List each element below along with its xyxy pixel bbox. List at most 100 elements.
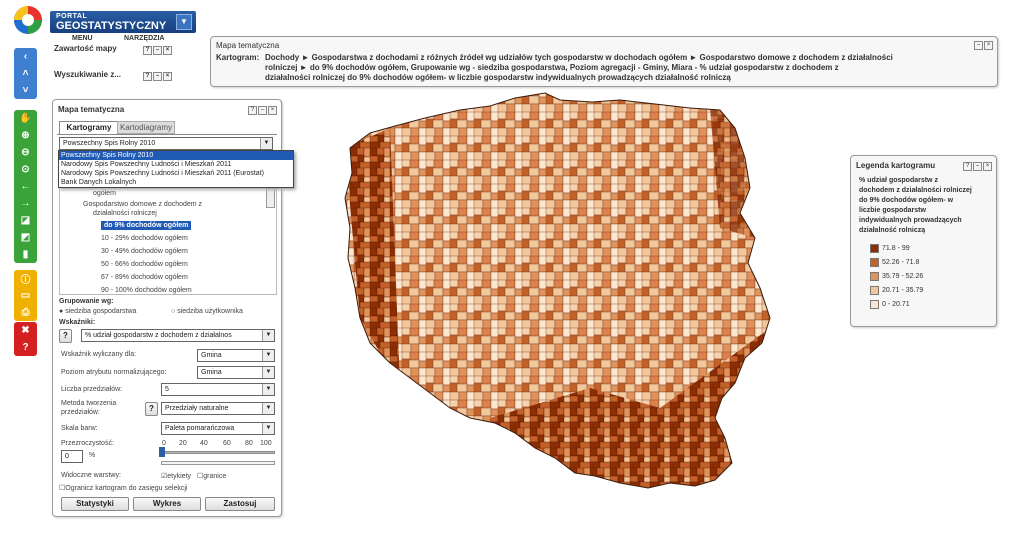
intervals-label: Liczba przedziałów: bbox=[61, 386, 123, 393]
close-icon[interactable]: × bbox=[984, 41, 993, 50]
collapse-left-icon[interactable]: ‹ bbox=[14, 48, 37, 65]
close-icon[interactable]: × bbox=[268, 106, 277, 115]
legend-class: 52.26 - 71.8 bbox=[870, 258, 919, 267]
apply-button[interactable]: Zastosuj bbox=[205, 497, 275, 511]
tree-item[interactable]: 67 - 89% dochodów ogółem bbox=[101, 274, 188, 281]
portal-logo-icon bbox=[14, 6, 42, 34]
help-icon[interactable]: ? bbox=[143, 72, 152, 81]
minimize-icon[interactable]: – bbox=[258, 106, 267, 115]
source-option[interactable]: Narodowy Spis Powszechny Ludności i Mies… bbox=[59, 169, 293, 178]
source-select-value: Powszechny Spis Rolny 2010 bbox=[63, 140, 156, 147]
info-icon[interactable]: ⓘ bbox=[14, 270, 37, 287]
tree-item[interactable]: Gospodarstwo domowe z dochodem z bbox=[83, 201, 202, 208]
help-icon[interactable]: ? bbox=[14, 339, 37, 356]
grouping-option-label: siedziba użytkownika bbox=[177, 308, 243, 315]
chevron-down-icon[interactable]: ▼ bbox=[262, 423, 274, 434]
minimize-icon[interactable]: – bbox=[153, 72, 162, 81]
minimize-icon[interactable]: – bbox=[973, 162, 982, 171]
tools-icon[interactable]: ✖ bbox=[14, 322, 37, 339]
source-option[interactable]: Bank Danych Lokalnych bbox=[59, 178, 293, 187]
calc-for-select[interactable]: Gmina ▼ bbox=[197, 349, 275, 362]
chevron-down-icon[interactable]: ▼ bbox=[260, 138, 272, 149]
grouping-radio-farm[interactable]: ● siedziba gospodarstwa bbox=[59, 308, 136, 315]
chevron-down-icon[interactable]: ▼ bbox=[262, 350, 274, 361]
legend-range: 20.71 - 35.79 bbox=[882, 287, 924, 294]
indicator-help-button[interactable]: ? bbox=[59, 329, 72, 343]
tools-link[interactable]: NARZĘDZIA bbox=[124, 35, 164, 42]
close-icon[interactable]: × bbox=[163, 46, 172, 55]
limit-checkbox[interactable]: ☐Ogranicz kartogram do zasięgu selekcji bbox=[59, 484, 187, 492]
tree-item[interactable]: ogółem bbox=[93, 190, 116, 197]
choropleth-map[interactable] bbox=[330, 88, 780, 508]
map-title-heading: Mapa tematyczna bbox=[216, 41, 280, 50]
labels-checkbox-label: etykiety bbox=[167, 473, 192, 480]
indicator-select[interactable]: % udział gospodarstw z dochodem z działa… bbox=[81, 329, 275, 342]
slider-handle[interactable] bbox=[159, 447, 165, 457]
minimize-icon[interactable]: – bbox=[974, 41, 983, 50]
chart-button[interactable]: Wykres bbox=[133, 497, 201, 511]
source-select[interactable]: Powszechny Spis Rolny 2010 ▼ bbox=[59, 137, 273, 150]
slider-tick: 20 bbox=[179, 440, 187, 447]
pan-hand-icon[interactable]: ✋ bbox=[14, 110, 37, 127]
search-panel[interactable]: Wyszukiwanie z... ? – × bbox=[54, 70, 172, 86]
tree-item[interactable]: 30 - 49% dochodów ogółem bbox=[101, 248, 188, 255]
portal-logo[interactable]: PORTAL GEOSTATYSTYCZNY ▼ bbox=[4, 4, 196, 36]
chevron-down-icon[interactable]: ˅ bbox=[14, 82, 37, 99]
tree-item[interactable]: 90 - 100% dochodów ogółem bbox=[101, 287, 192, 294]
grouping-radio-user[interactable]: ○ siedziba użytkownika bbox=[171, 308, 243, 315]
minimize-icon[interactable]: – bbox=[153, 46, 162, 55]
close-icon[interactable]: × bbox=[983, 162, 992, 171]
chevron-down-icon[interactable]: ▼ bbox=[262, 384, 274, 395]
chevron-down-icon[interactable]: ▼ bbox=[262, 403, 274, 414]
forward-arrow-icon[interactable]: → bbox=[14, 195, 37, 212]
transparency-slider[interactable] bbox=[161, 451, 275, 454]
tree-item-selected[interactable]: do 9% dochodów ogółem bbox=[101, 221, 192, 230]
intervals-value: 5 bbox=[165, 386, 169, 393]
scale-select[interactable]: Paleta pomarańczowa ▼ bbox=[161, 422, 275, 435]
chart-icon[interactable]: ▮ bbox=[14, 246, 37, 263]
layers-label: Widoczne warstwy: bbox=[61, 472, 121, 479]
tree-item[interactable]: 10 - 29% dochodów ogółem bbox=[101, 235, 188, 242]
menu-link[interactable]: MENU bbox=[72, 35, 93, 42]
borders-checkbox[interactable]: ☐granice bbox=[197, 472, 226, 480]
help-icon[interactable]: ? bbox=[143, 46, 152, 55]
window-icon[interactable]: ▭ bbox=[14, 287, 37, 304]
chevron-up-icon[interactable]: ˄ bbox=[14, 65, 37, 82]
help-toolbar: ✖ ? bbox=[14, 322, 37, 356]
legend-swatch bbox=[870, 258, 879, 267]
chevron-down-icon[interactable]: ▼ bbox=[176, 14, 192, 30]
print-icon[interactable]: ⎙ bbox=[14, 304, 37, 321]
tree-item[interactable]: 50 - 66% dochodów ogółem bbox=[101, 261, 188, 268]
help-icon[interactable]: ? bbox=[963, 162, 972, 171]
back-arrow-icon[interactable]: ← bbox=[14, 178, 37, 195]
tab-choropleth[interactable]: Kartogramy bbox=[59, 121, 119, 134]
chevron-down-icon[interactable]: ▼ bbox=[262, 330, 274, 341]
slider-tick: 100 bbox=[260, 440, 272, 447]
source-option[interactable]: Powszechny Spis Rolny 2010 bbox=[59, 151, 293, 160]
legend-swatch bbox=[870, 244, 879, 253]
zoom-box-icon[interactable]: ⊙ bbox=[14, 161, 37, 178]
intervals-select[interactable]: 5 ▼ bbox=[161, 383, 275, 396]
method-help-button[interactable]: ? bbox=[145, 402, 158, 416]
method-select[interactable]: Przedziały naturalne ▼ bbox=[161, 402, 275, 415]
zoom-in-icon[interactable]: ⊕ bbox=[14, 127, 37, 144]
source-option[interactable]: Narodowy Spis Powszechny Ludności i Mies… bbox=[59, 160, 293, 169]
tree-scrollbar[interactable] bbox=[266, 188, 275, 208]
zoom-out-icon[interactable]: ⊖ bbox=[14, 144, 37, 161]
map-contents-panel[interactable]: Zawartość mapy ? – × bbox=[54, 44, 172, 60]
statistics-button[interactable]: Statystyki bbox=[61, 497, 129, 511]
source-dropdown-list[interactable]: Powszechny Spis Rolny 2010 Narodowy Spis… bbox=[58, 150, 294, 188]
calc-for-label: Wskaźnik wyliczany dla: bbox=[61, 351, 137, 358]
help-icon[interactable]: ? bbox=[248, 106, 257, 115]
norm-select[interactable]: Gmina ▼ bbox=[197, 366, 275, 379]
transparency-input[interactable]: 0 bbox=[61, 450, 83, 463]
chevron-down-icon[interactable]: ▼ bbox=[262, 367, 274, 378]
close-icon[interactable]: × bbox=[163, 72, 172, 81]
legend-desc-line: liczbie gospodarstw bbox=[859, 207, 926, 214]
slider-track bbox=[161, 461, 275, 465]
labels-checkbox[interactable]: ☑etykiety bbox=[161, 472, 191, 480]
tab-diagram[interactable]: Kartodiagramy bbox=[117, 121, 175, 134]
select-icon[interactable]: ◩ bbox=[14, 229, 37, 246]
transparency-label: Przezroczystość: bbox=[61, 440, 114, 447]
measure-icon[interactable]: ◪ bbox=[14, 212, 37, 229]
